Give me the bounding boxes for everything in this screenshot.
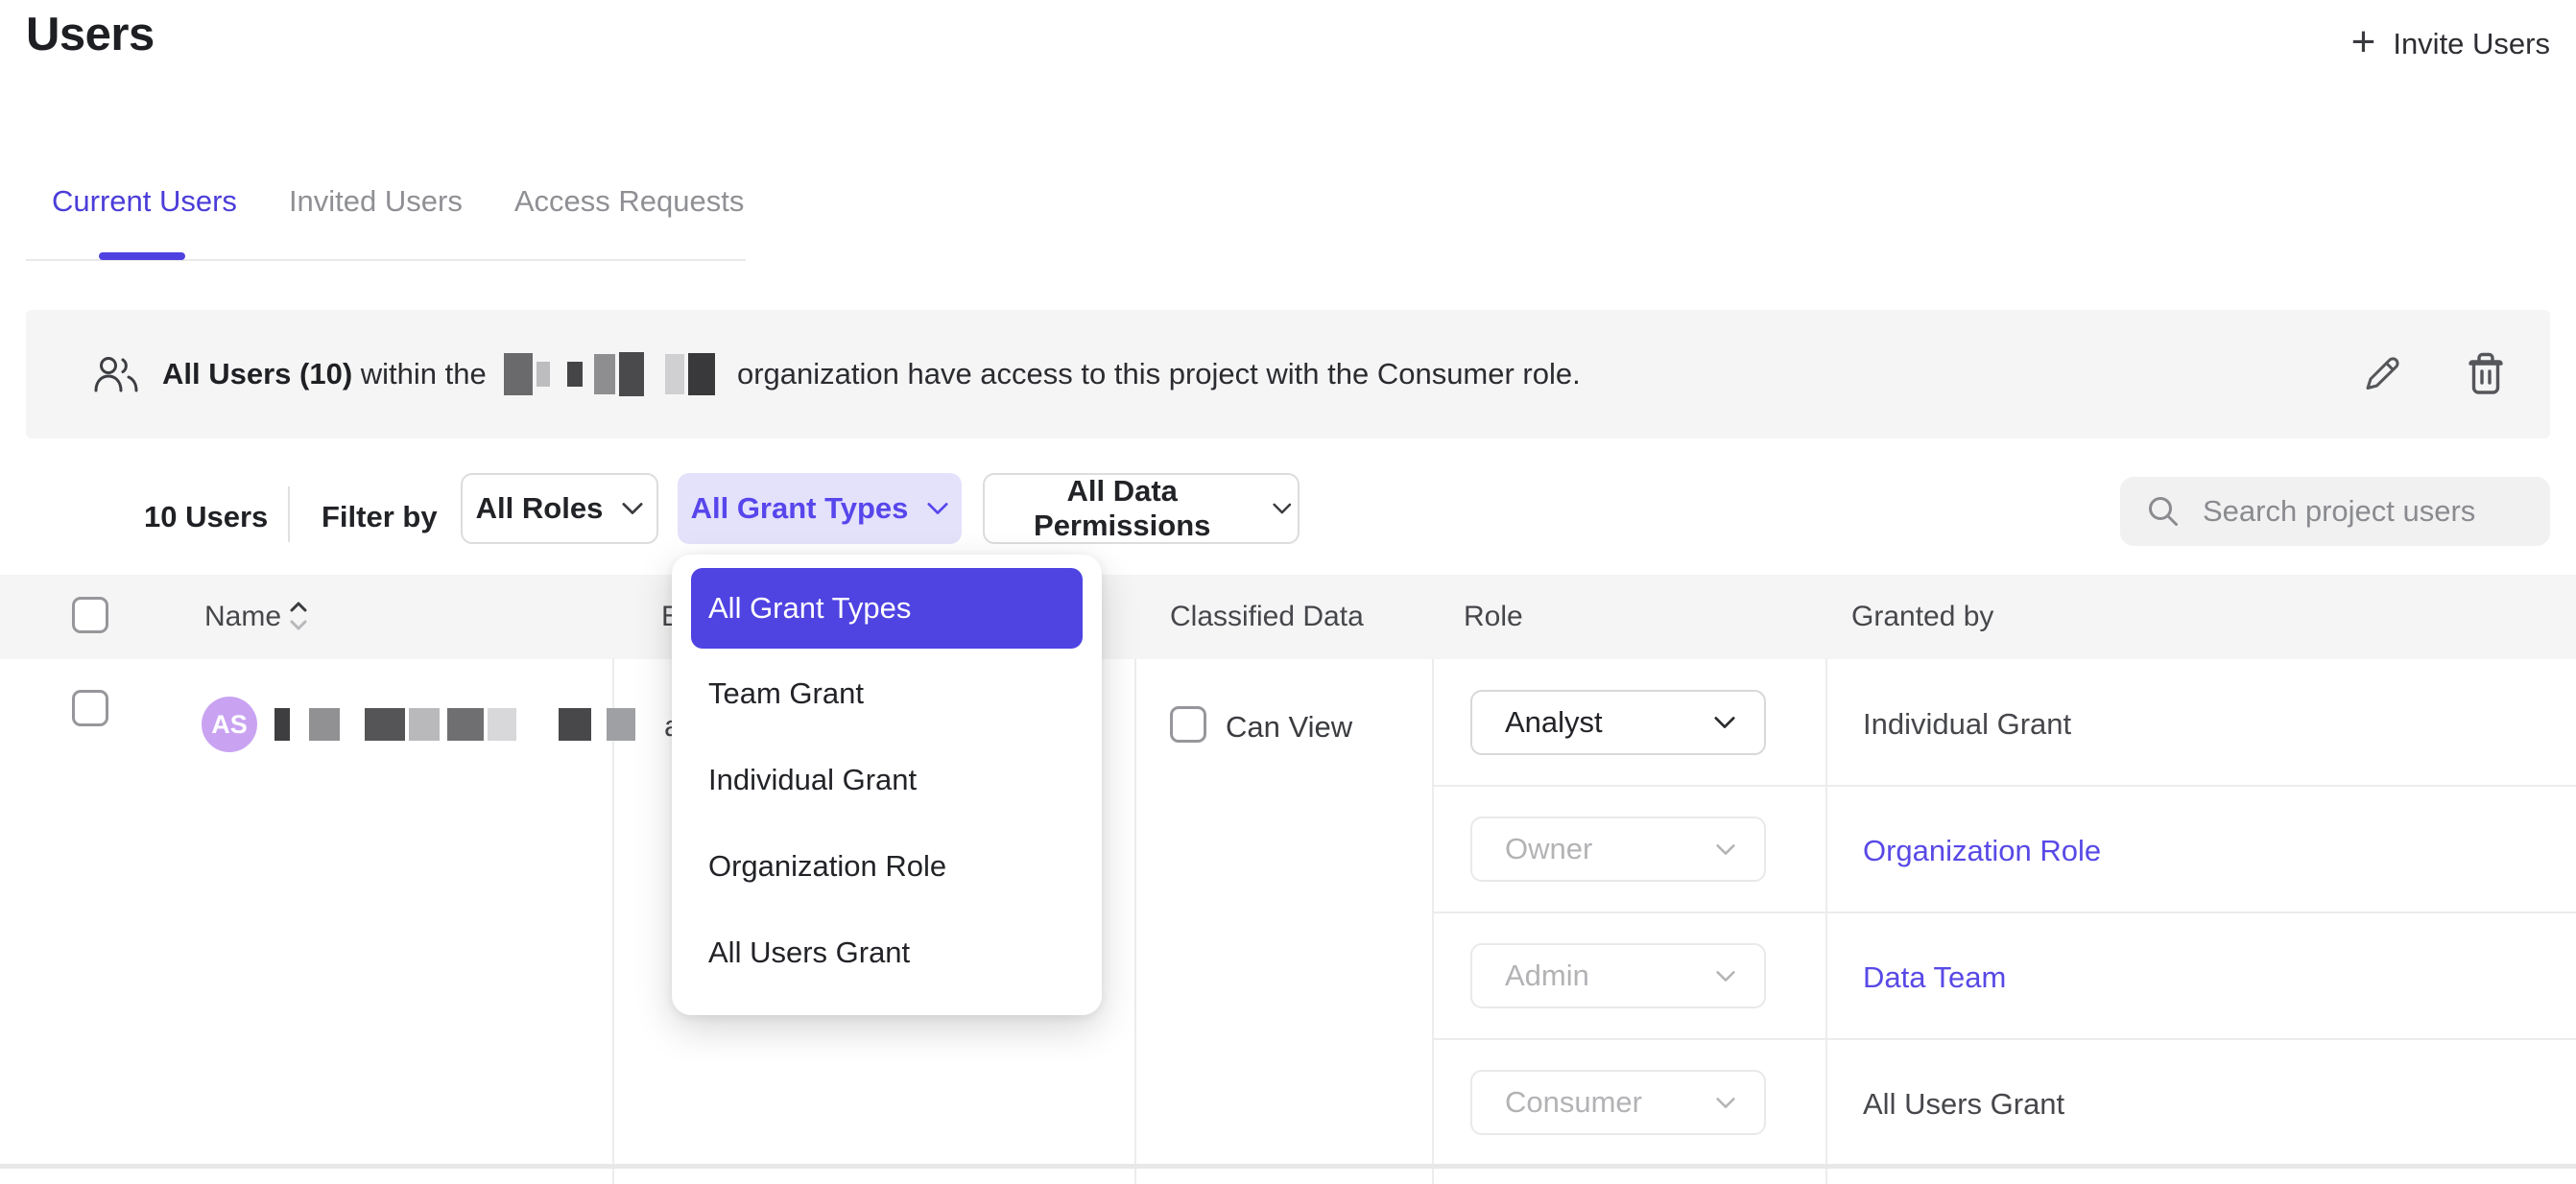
menu-item-organization-role[interactable]: Organization Role bbox=[708, 846, 946, 887]
all-roles-filter-button[interactable]: All Roles bbox=[461, 473, 658, 544]
chevron-down-icon bbox=[1716, 1097, 1735, 1109]
filter-divider bbox=[288, 486, 290, 542]
chevron-down-icon bbox=[622, 502, 643, 515]
grant-row-divider bbox=[1432, 912, 2576, 913]
redacted-user-name bbox=[274, 707, 639, 742]
chevron-down-icon bbox=[927, 502, 948, 515]
column-header-granted-by: Granted by bbox=[1851, 601, 1993, 633]
users-page: Users + Invite Users Current Users Invit… bbox=[0, 0, 2576, 1184]
banner-actions bbox=[2360, 352, 2506, 396]
granted-by-link-data-team[interactable]: Data Team bbox=[1863, 960, 2006, 995]
all-data-permissions-filter-button[interactable]: All Data Permissions bbox=[983, 473, 1300, 544]
edit-pencil-icon[interactable] bbox=[2360, 353, 2402, 395]
search-icon bbox=[2147, 495, 2180, 528]
all-roles-label: All Roles bbox=[476, 491, 604, 526]
all-data-permissions-label: All Data Permissions bbox=[990, 474, 1253, 543]
can-view-checkbox[interactable] bbox=[1170, 706, 1206, 743]
row-select-checkbox[interactable] bbox=[72, 690, 108, 726]
filter-by-label: Filter by bbox=[322, 500, 438, 534]
redacted-org-name bbox=[504, 352, 719, 396]
search-input[interactable] bbox=[2201, 493, 2531, 530]
people-icon bbox=[93, 354, 139, 394]
invite-users-label: Invite Users bbox=[2393, 27, 2550, 61]
menu-item-team-grant[interactable]: Team Grant bbox=[708, 674, 864, 714]
can-view-label: Can View bbox=[1226, 710, 1352, 745]
avatar: AS bbox=[202, 697, 257, 752]
column-header-role: Role bbox=[1464, 601, 1523, 633]
chevron-down-icon bbox=[1273, 502, 1292, 515]
search-box bbox=[2120, 477, 2550, 546]
select-all-checkbox[interactable] bbox=[72, 597, 108, 633]
banner-post-text: organization have access to this project… bbox=[728, 357, 1580, 391]
column-divider bbox=[1825, 659, 1827, 1184]
role-select-value: Analyst bbox=[1505, 705, 1603, 740]
grant-row-divider bbox=[1432, 785, 2576, 787]
page-title: Users bbox=[26, 8, 155, 61]
menu-item-all-users-grant[interactable]: All Users Grant bbox=[708, 933, 910, 973]
delete-trash-icon[interactable] bbox=[2466, 352, 2506, 396]
role-select-value: Owner bbox=[1505, 832, 1592, 866]
all-users-access-banner: All Users (10) within the organization h… bbox=[26, 310, 2550, 438]
tab-access-requests[interactable]: Access Requests bbox=[514, 184, 745, 219]
role-select-value: Consumer bbox=[1505, 1085, 1642, 1120]
column-header-classified-data: Classified Data bbox=[1170, 601, 1364, 633]
grant-types-menu: All Grant Types Team Grant Individual Gr… bbox=[672, 555, 1102, 1015]
banner-pre-text: within the bbox=[352, 357, 494, 391]
active-tab-indicator bbox=[99, 252, 185, 260]
menu-item-individual-grant[interactable]: Individual Grant bbox=[708, 760, 917, 800]
role-select-owner-disabled: Owner bbox=[1470, 817, 1766, 882]
role-select-analyst[interactable]: Analyst bbox=[1470, 690, 1766, 755]
all-grant-types-filter-button[interactable]: All Grant Types bbox=[678, 473, 962, 544]
column-divider bbox=[1134, 659, 1136, 1184]
role-select-value: Admin bbox=[1505, 959, 1589, 993]
table-header-row: Name E Classified Data Role Granted by bbox=[0, 575, 2576, 659]
column-header-name[interactable]: Name bbox=[204, 601, 281, 633]
tab-bar: Current Users Invited Users Access Reque… bbox=[52, 184, 744, 219]
chevron-down-icon bbox=[1716, 843, 1735, 856]
banner-bold-text: All Users (10) bbox=[162, 357, 352, 391]
table-row-divider bbox=[0, 1164, 2576, 1169]
invite-users-button[interactable]: + Invite Users bbox=[2351, 25, 2550, 63]
role-select-consumer-disabled: Consumer bbox=[1470, 1070, 1766, 1135]
tab-current-users[interactable]: Current Users bbox=[52, 184, 237, 219]
granted-by-all-users-grant: All Users Grant bbox=[1863, 1087, 2064, 1122]
tab-invited-users[interactable]: Invited Users bbox=[289, 184, 463, 219]
column-divider bbox=[1432, 659, 1434, 1184]
chevron-down-icon bbox=[1716, 970, 1735, 983]
plus-icon: + bbox=[2351, 21, 2376, 63]
chevron-down-icon bbox=[1714, 716, 1735, 729]
sort-icon[interactable] bbox=[288, 600, 309, 637]
grant-row-divider bbox=[1432, 1038, 2576, 1040]
menu-item-all-grant-types[interactable]: All Grant Types bbox=[691, 568, 1083, 649]
all-grant-types-label: All Grant Types bbox=[691, 491, 909, 526]
role-select-admin-disabled: Admin bbox=[1470, 943, 1766, 1008]
user-count: 10 Users bbox=[144, 500, 268, 534]
banner-text: All Users (10) within the organization h… bbox=[162, 352, 1581, 396]
granted-by-individual-grant: Individual Grant bbox=[1863, 707, 2071, 742]
granted-by-link-organization-role[interactable]: Organization Role bbox=[1863, 834, 2101, 868]
